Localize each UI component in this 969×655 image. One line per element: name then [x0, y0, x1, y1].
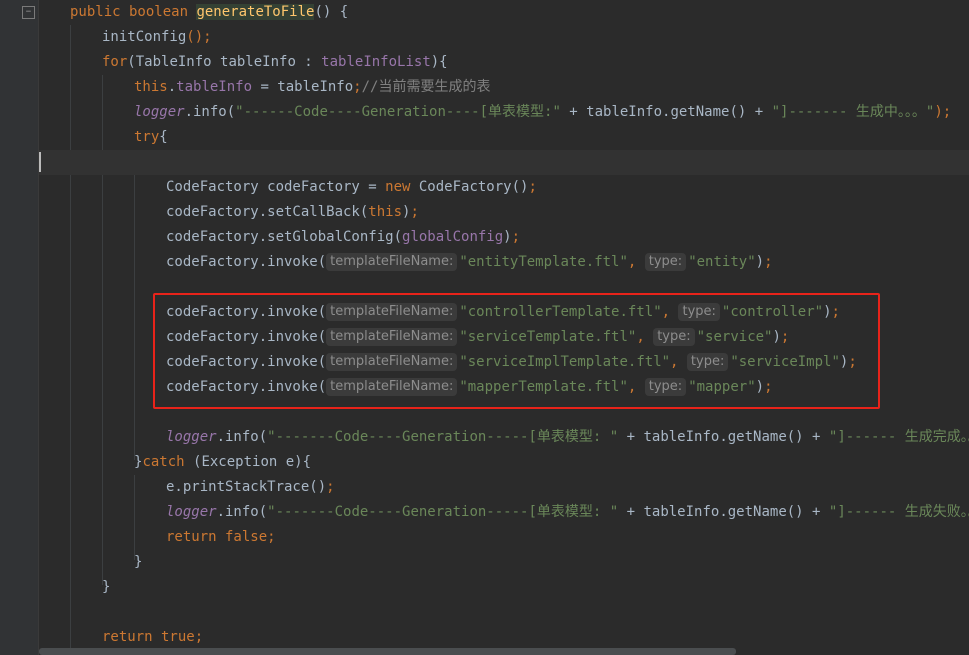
param-hint-templatefilename: templateFileName: [326, 253, 458, 271]
code-line: }catch (Exception e){ [134, 450, 311, 475]
code-text: initConfig [102, 29, 187, 45]
code-line: return true; [102, 625, 203, 650]
keyword: return true [102, 629, 195, 645]
code-text: ){ [430, 54, 448, 70]
param-hint-type: type: [644, 253, 687, 271]
semicolon: ; [326, 479, 335, 495]
logger-field: logger [134, 104, 185, 120]
highlight-box [153, 293, 880, 409]
code-text: .info( [216, 429, 268, 445]
keyword: new [385, 179, 419, 195]
semicolon: ; [764, 254, 773, 270]
keyword: try [134, 129, 160, 145]
fold-minus-icon[interactable]: − [22, 6, 35, 19]
code-text: codeFactory.setGlobalConfig( [166, 229, 403, 245]
semicolon: ; [194, 629, 204, 645]
code-line: e.printStackTrace(); [166, 475, 335, 500]
string-literal: "]------ 生成完成。。。" [828, 429, 969, 445]
code-text: { [159, 129, 168, 145]
semicolon: ; [203, 29, 212, 45]
code-text: CodeFactory() [418, 179, 529, 195]
logger-field: logger [166, 429, 217, 445]
code-text: ) [503, 229, 512, 245]
code-text: + tableInfo.getName() + [560, 104, 772, 120]
code-text: = tableInfo [252, 79, 354, 95]
code-line: initConfig(); [102, 25, 212, 50]
code-line: return false; [166, 525, 276, 550]
keyword: for [102, 54, 128, 70]
string-literal: "------Code----Generation----[单表模型:" [235, 104, 561, 120]
code-line: this.tableInfo = tableInfo;//当前需要生成的表 [134, 75, 490, 100]
code-text: } [134, 554, 143, 570]
code-text: (Exception e){ [193, 454, 312, 470]
indent-guide [134, 150, 135, 460]
current-line-highlight [39, 150, 969, 175]
semicolon: ; [528, 179, 537, 195]
code-line: try{ [134, 125, 168, 150]
indent-guide [70, 25, 71, 655]
logger-field: logger [166, 504, 217, 520]
semicolon: ; [353, 79, 362, 95]
code-text: } [102, 579, 111, 595]
string-literal: "-------Code----Generation-----[单表模型: " [267, 429, 619, 445]
code-line: logger.info("-------Code----Generation--… [166, 500, 969, 525]
code-text: (TableInfo tableInfo : [127, 54, 322, 70]
text-caret [39, 152, 41, 172]
semicolon: ; [511, 229, 521, 245]
code-line: logger.info("-------Code----Generation--… [166, 425, 969, 450]
horizontal-scrollbar[interactable] [39, 648, 736, 655]
code-line: codeFactory.setGlobalConfig(globalConfig… [166, 225, 520, 250]
code-text: + tableInfo.getName() + [618, 429, 829, 445]
string-literal: "entity" [688, 254, 756, 270]
code-line: } [102, 575, 110, 600]
method-name: generateToFile [196, 4, 315, 20]
code-line: CodeFactory codeFactory = new CodeFactor… [166, 175, 537, 200]
code-line: for(TableInfo tableInfo : tableInfoList)… [102, 50, 448, 75]
indent-guide [134, 475, 135, 560]
keyword: this [368, 204, 403, 220]
keyword: return false [166, 529, 268, 545]
code-text: + tableInfo.getName() + [618, 504, 829, 520]
code-text: codeFactory.setCallBack( [166, 204, 369, 220]
code-text: ) [755, 254, 765, 270]
code-text: .info( [216, 504, 268, 520]
field-name: tableInfo [176, 79, 253, 95]
keyword: this [134, 79, 168, 95]
punctuation: () [186, 29, 204, 45]
string-literal: "]------- 生成中。。。" [771, 104, 935, 120]
code-text: e.printStackTrace() [166, 479, 327, 495]
code-text: codeFactory.invoke( [166, 254, 327, 270]
punctuation: ); [934, 104, 952, 120]
editor-gutter: − [0, 0, 39, 655]
code-line: logger.info("------Code----Generation---… [134, 100, 951, 125]
comment: //当前需要生成的表 [361, 79, 491, 95]
code-line: } [134, 550, 142, 575]
string-literal: "]------ 生成失败。。。" [828, 504, 969, 520]
semicolon: ; [410, 204, 419, 220]
semicolon: ; [267, 529, 276, 545]
field-name: globalConfig [402, 229, 504, 245]
field-name: tableInfoList [321, 54, 431, 70]
code-text: () { [314, 4, 349, 20]
code-text: . [167, 79, 177, 95]
keyword: catch [142, 454, 194, 470]
code-text: .info( [184, 104, 236, 120]
string-literal: "-------Code----Generation-----[单表模型: " [267, 504, 619, 520]
invoke-line-entity: codeFactory.invoke(templateFileName: "ent… [166, 250, 773, 275]
code-text: CodeFactory codeFactory = [166, 179, 386, 195]
code-line: codeFactory.setCallBack(this); [166, 200, 419, 225]
comma: , [627, 254, 645, 270]
keyword: public boolean [70, 4, 197, 20]
string-literal: "entityTemplate.ftl" [459, 254, 628, 270]
code-line: public boolean generateToFile() { [70, 0, 348, 25]
